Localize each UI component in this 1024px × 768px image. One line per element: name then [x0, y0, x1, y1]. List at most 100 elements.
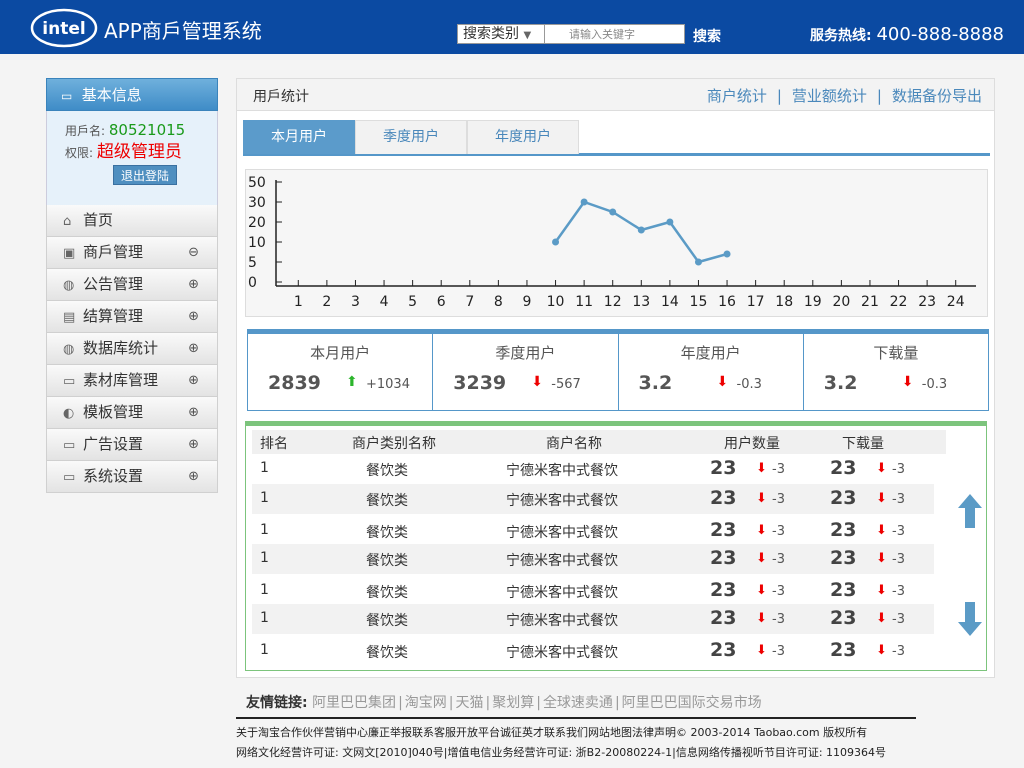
friend-link[interactable]: 天猫 — [456, 695, 484, 711]
cell-downloads: 23 — [830, 579, 857, 601]
expand-icon[interactable]: ⊕ — [188, 365, 199, 396]
cell-rank: 1 — [260, 550, 269, 566]
friend-link[interactable]: 阿里巴巴国际交易市场 — [622, 695, 762, 711]
cell-user-count: 23 — [710, 607, 737, 629]
cell-user-count: 23 — [710, 519, 737, 541]
x-tick-label: 10 — [547, 294, 565, 310]
x-tick-label: 2 — [322, 294, 331, 310]
logout-button[interactable]: 退出登陆 — [113, 165, 177, 185]
x-tick-label: 22 — [890, 294, 908, 310]
table-row[interactable]: 1 餐饮类 宁德米客中式餐饮 23 ⬇ -3 23 ⬇ -3 — [252, 576, 934, 606]
sidebar-heading: ▭ 基本信息 — [46, 78, 218, 111]
dropdown-arrow-icon: ▼ — [523, 30, 532, 41]
sidebar-item-announcements[interactable]: ◍ 公告管理 ⊕ — [46, 269, 218, 301]
tab-yearly-users[interactable]: 年度用户 — [467, 120, 579, 154]
search-category-label: 搜索类别 — [463, 26, 519, 42]
data-point — [694, 258, 702, 266]
table-row[interactable]: 1 餐饮类 宁德米客中式餐饮 23 ⬇ -3 23 ⬇ -3 — [252, 544, 934, 574]
table-row[interactable]: 1 餐饮类 宁德米客中式餐饮 23 ⬇ -3 23 ⬇ -3 — [252, 604, 934, 634]
search-button[interactable]: 搜索 — [693, 26, 721, 46]
cell-category: 餐饮类 — [366, 525, 408, 541]
cell-merchant-name: 宁德米客中式餐饮 — [506, 645, 618, 661]
x-tick-label: 15 — [690, 294, 708, 310]
cell-category: 餐饮类 — [366, 613, 408, 629]
globe-icon: ◍ — [63, 342, 75, 357]
sidebar-item-merchants[interactable]: ▣ 商戶管理 ⊖ — [46, 237, 218, 269]
cell-user-count: 23 — [710, 639, 737, 661]
stat-value: 3.2 — [823, 372, 858, 394]
table-row[interactable]: 1 餐饮类 宁德米客中式餐饮 23 ⬇ -3 23 ⬇ -3 — [252, 454, 934, 484]
ranking-table: 排名 商户类别名称 商户名称 用户数量 下载量 1 餐饮类 宁德米客中式餐饮 23 ⬇ -… — [245, 421, 987, 671]
x-tick-label: 12 — [604, 294, 622, 310]
sidebar-item-database-stats[interactable]: ◍ 数据库统计 ⊕ — [46, 333, 218, 365]
friend-links-label: 友情链接: — [246, 695, 308, 711]
stat-change: -567 — [551, 377, 581, 392]
x-tick-label: 4 — [380, 294, 389, 310]
x-tick-label: 5 — [408, 294, 417, 310]
sidebar-item-label: 系统设置 — [83, 467, 144, 485]
search-category-select[interactable]: 搜索类别 ▼ — [457, 24, 545, 44]
cell-rank: 1 — [260, 610, 269, 626]
sidebar-item-home[interactable]: ⌂ 首页 — [46, 205, 218, 237]
hotline: 服务热线: 400-888-8888 — [810, 24, 1004, 45]
collapse-icon[interactable]: ⊖ — [188, 237, 199, 268]
expand-icon[interactable]: ⊕ — [188, 269, 199, 300]
x-tick-label: 24 — [947, 294, 965, 310]
data-point — [666, 218, 674, 226]
tab-quarterly-users[interactable]: 季度用户 — [355, 120, 467, 154]
friend-link[interactable]: 阿里巴巴集团 — [312, 695, 396, 711]
logo-text: intel — [42, 19, 85, 39]
table-row[interactable]: 1 餐饮类 宁德米客中式餐饮 23 ⬇ -3 23 ⬇ -3 — [252, 516, 934, 546]
search-input[interactable] — [545, 24, 685, 44]
x-tick-label: 8 — [494, 294, 503, 310]
username-value: 80521015 — [108, 121, 186, 139]
header-category: 商户类别名称 — [352, 436, 436, 452]
sidebar-item-ads[interactable]: ▭ 广告设置 ⊕ — [46, 429, 218, 461]
keyboard-icon: ▭ — [63, 438, 76, 453]
revenue-stats-link[interactable]: 营业额统计 — [792, 87, 867, 105]
cell-user-change: -3 — [772, 462, 785, 477]
main-panel: 用戶统计 商户统计 | 营业额统计 | 数据备份导出 本月用户 季度用户 年度用户 0 5… — [236, 78, 995, 678]
friend-link[interactable]: 聚划算 — [492, 695, 534, 711]
cell-merchant-name: 宁德米客中式餐饮 — [506, 585, 618, 601]
table-row[interactable]: 1 餐饮类 宁德米客中式餐饮 23 ⬇ -3 23 ⬇ -3 — [252, 484, 934, 514]
sidebar-item-assets[interactable]: ▭ 素材库管理 ⊕ — [46, 365, 218, 397]
footer-divider — [236, 717, 916, 719]
scroll-up-button[interactable] — [958, 494, 982, 528]
scroll-down-button[interactable] — [958, 602, 982, 636]
table-row[interactable]: 1 餐饮类 宁德米客中式餐饮 23 ⬇ -3 23 ⬇ -3 — [252, 636, 934, 666]
expand-icon[interactable]: ⊕ — [188, 461, 199, 492]
y-tick-label: 10 — [248, 235, 266, 251]
arrow-down-icon: ⬇ — [876, 583, 887, 598]
header-downloads: 下载量 — [842, 436, 884, 452]
x-tick-label: 17 — [747, 294, 765, 310]
sidebar-item-templates[interactable]: ◐ 模板管理 ⊕ — [46, 397, 218, 429]
x-tick-label: 9 — [522, 294, 531, 310]
stat-change: -0.3 — [736, 377, 762, 392]
expand-icon[interactable]: ⊕ — [188, 301, 199, 332]
friend-link[interactable]: 全球速卖通 — [543, 695, 613, 711]
link-separator: | — [876, 87, 882, 105]
sidebar-item-system[interactable]: ▭ 系统设置 ⊕ — [46, 461, 218, 493]
expand-icon[interactable]: ⊕ — [188, 429, 199, 460]
cell-user-change: -3 — [772, 552, 785, 567]
stat-value: 2839 — [268, 372, 321, 394]
footer-links: 关于淘宝合作伙伴营销中心廉正举报联系客服开放平台诚征英才联系我们网站地图法律声明… — [236, 726, 868, 739]
cell-download-change: -3 — [892, 492, 905, 507]
arrow-down-icon: ⬇ — [876, 611, 887, 626]
cell-category: 餐饮类 — [366, 645, 408, 661]
y-tick-label: 0 — [248, 275, 257, 291]
cell-rank: 1 — [260, 642, 269, 658]
merchant-stats-link[interactable]: 商户统计 — [707, 87, 767, 105]
cell-downloads: 23 — [830, 639, 857, 661]
sidebar-item-settlement[interactable]: ▤ 结算管理 ⊕ — [46, 301, 218, 333]
expand-icon[interactable]: ⊕ — [188, 333, 199, 364]
user-info: 用戶名: 80521015 权限: 超级管理员 退出登陆 — [46, 111, 218, 205]
expand-icon[interactable]: ⊕ — [188, 397, 199, 428]
sidebar-item-label: 数据库统计 — [83, 339, 159, 357]
data-point — [637, 226, 645, 234]
stat-label: 本月用户 — [310, 344, 371, 362]
tab-monthly-users[interactable]: 本月用户 — [243, 120, 355, 154]
data-backup-link[interactable]: 数据备份导出 — [892, 87, 982, 105]
friend-link[interactable]: 淘宝网 — [405, 695, 447, 711]
